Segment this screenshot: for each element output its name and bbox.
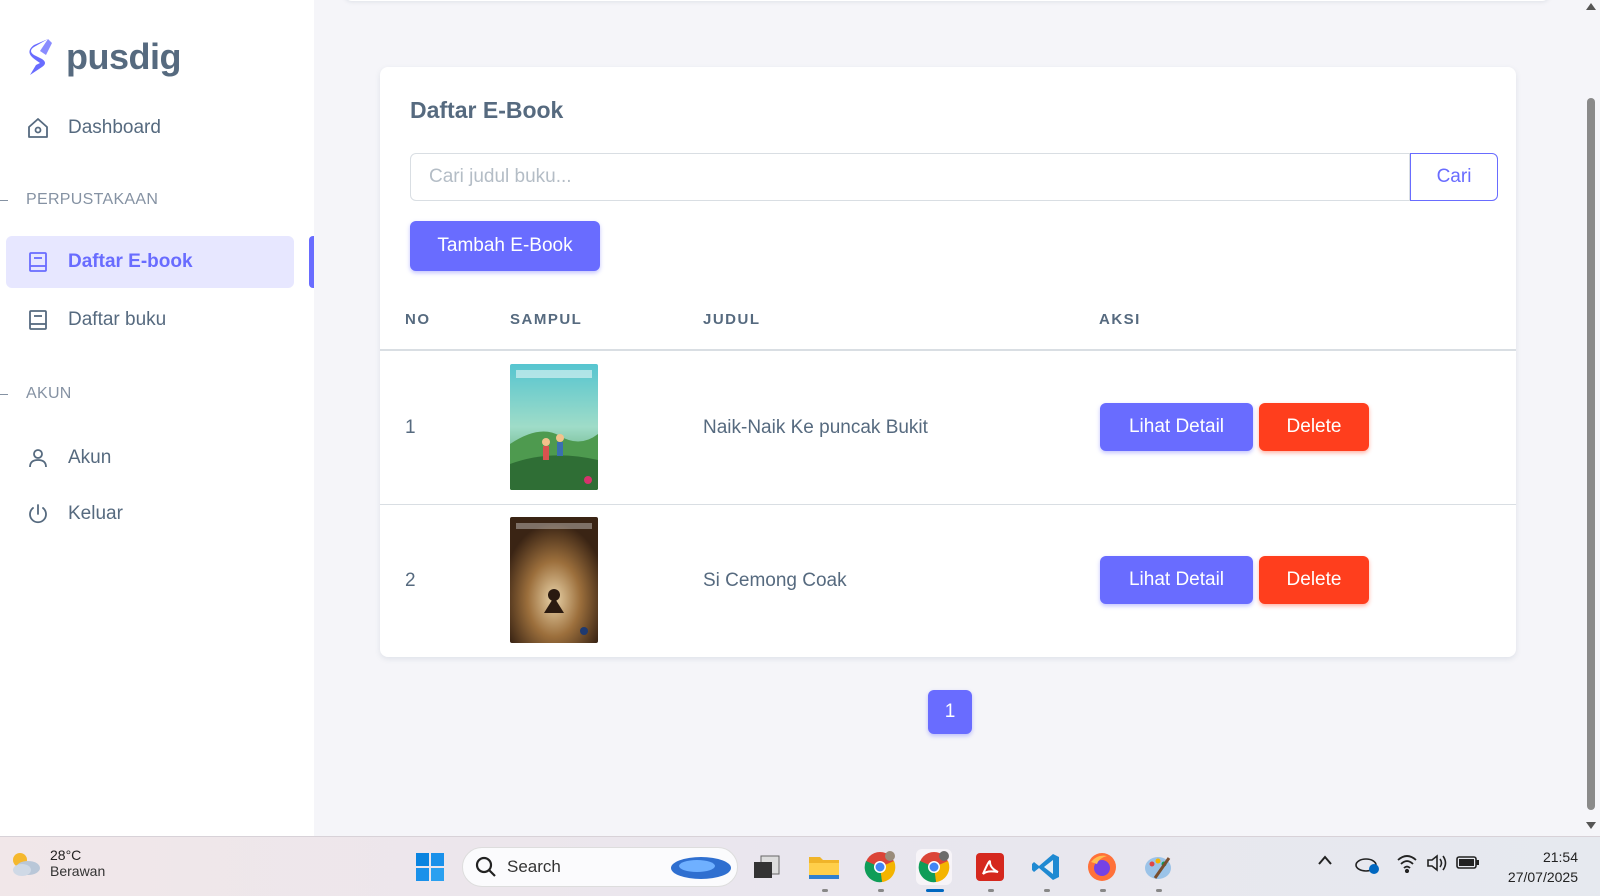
- cover-art: [510, 517, 598, 643]
- running-indicator: [1156, 889, 1162, 892]
- book-title: Si Cemong Coak: [703, 570, 847, 591]
- search-highlight-icon: [671, 857, 731, 879]
- running-indicator: [1044, 889, 1050, 892]
- chrome-icon: [918, 851, 950, 883]
- sidebar-item-label: Daftar buku: [68, 309, 167, 330]
- logo-icon: [29, 39, 52, 75]
- task-view-icon: [754, 855, 780, 878]
- chrome-profile-2-button[interactable]: [916, 849, 952, 885]
- running-indicator: [822, 889, 828, 892]
- pagination-page-button[interactable]: 1: [928, 690, 972, 734]
- wifi-icon[interactable]: [1396, 853, 1418, 877]
- sidebar-item-logout[interactable]: Keluar: [6, 488, 294, 540]
- search-button[interactable]: Cari: [1410, 153, 1498, 201]
- ebook-list-card: Daftar E-Book Cari Tambah E-Book NO SAMP…: [380, 67, 1516, 657]
- scroll-thumb[interactable]: [1587, 98, 1595, 810]
- power-icon: [29, 504, 47, 524]
- running-indicator: [878, 889, 884, 892]
- search-icon: [475, 856, 496, 877]
- user-icon: [29, 449, 47, 468]
- onedrive-icon[interactable]: [1354, 853, 1380, 879]
- sidebar-item-label: Akun: [68, 447, 112, 468]
- section-divider: [0, 394, 8, 395]
- clock-time: 21:54: [1542, 849, 1578, 865]
- firefox-icon: [1088, 853, 1116, 881]
- row-number: 1: [405, 417, 416, 438]
- home-icon: [28, 118, 48, 138]
- book-icon: [29, 252, 47, 272]
- column-header-title: JUDUL: [703, 311, 761, 328]
- card-title: Daftar E-Book: [410, 97, 564, 123]
- clock-date: 27/07/2025: [1507, 869, 1578, 885]
- vscode-button[interactable]: [1028, 849, 1064, 885]
- book-title: Naik-Naik Ke puncak Bukit: [703, 417, 928, 438]
- search-input[interactable]: [410, 153, 1410, 201]
- book-cover-image: [510, 517, 598, 643]
- battery-icon[interactable]: [1456, 853, 1480, 875]
- start-button[interactable]: [412, 849, 448, 885]
- chrome-profile-1-button[interactable]: [862, 849, 898, 885]
- sidebar-item-label: Dashboard: [68, 117, 161, 138]
- volume-icon[interactable]: [1426, 853, 1450, 877]
- scroll-down-arrow-icon[interactable]: [1586, 822, 1596, 829]
- cloudy-weather-icon: [13, 853, 40, 876]
- delete-button[interactable]: Delete: [1259, 403, 1369, 451]
- weather-description: Berawan: [50, 863, 106, 879]
- section-header-library: PERPUSTAKAAN: [26, 191, 159, 208]
- system-clock[interactable]: 21:54 27/07/2025: [1494, 847, 1578, 887]
- cover-art: [510, 364, 598, 490]
- weather-temperature: 28°C: [50, 847, 82, 863]
- paint-palette-icon: [1145, 857, 1171, 879]
- sidebar: pusdig Dashboard PERPUSTAKAAN Daftar E-b…: [0, 0, 314, 836]
- book-icon: [29, 310, 47, 330]
- windows-logo-icon: [416, 853, 444, 881]
- active-indicator: [309, 236, 314, 288]
- scroll-up-arrow-icon[interactable]: [1586, 3, 1596, 10]
- brand-name: pusdig: [66, 36, 181, 77]
- pdf-reader-icon: [976, 853, 1004, 881]
- active-indicator: [926, 889, 944, 892]
- top-navbar: [344, 0, 1550, 1]
- taskbar-search-label: Search: [507, 857, 561, 876]
- paint-button[interactable]: [1140, 849, 1176, 885]
- firefox-button[interactable]: [1084, 849, 1120, 885]
- chrome-icon: [864, 851, 896, 883]
- sidebar-item-label: Keluar: [68, 503, 123, 524]
- sidebar-item-dashboard[interactable]: Dashboard: [6, 102, 294, 154]
- running-indicator: [1100, 889, 1106, 892]
- view-detail-button[interactable]: Lihat Detail: [1100, 556, 1253, 604]
- column-header-action: AKSI: [1099, 311, 1141, 328]
- column-header-no: NO: [405, 311, 431, 328]
- tray-chevron-up-icon[interactable]: [1316, 853, 1334, 871]
- sidebar-item-ebook-list[interactable]: Daftar E-book: [6, 236, 294, 288]
- scrollbar[interactable]: [1582, 0, 1600, 836]
- weather-widget[interactable]: 28°C Berawan: [8, 847, 105, 879]
- folder-icon: [809, 857, 839, 879]
- section-divider: [0, 200, 8, 201]
- book-cover-image: [510, 364, 598, 490]
- table-header-divider: [380, 349, 1516, 351]
- row-number: 2: [405, 570, 416, 591]
- task-view-button[interactable]: [748, 849, 784, 885]
- delete-button[interactable]: Delete: [1259, 556, 1369, 604]
- sidebar-item-label: Daftar E-book: [68, 251, 193, 272]
- running-indicator: [988, 889, 994, 892]
- add-ebook-button[interactable]: Tambah E-Book: [410, 221, 600, 271]
- sidebar-item-book-list[interactable]: Daftar buku: [6, 294, 294, 346]
- view-detail-button[interactable]: Lihat Detail: [1100, 403, 1253, 451]
- section-header-account: AKUN: [26, 385, 72, 402]
- vscode-icon: [1032, 854, 1059, 880]
- row-divider: [380, 504, 1516, 505]
- brand-logo[interactable]: pusdig: [26, 36, 181, 78]
- windows-taskbar: 28°C Berawan Search 21:54 27/07/2025: [0, 836, 1600, 896]
- file-explorer-button[interactable]: [806, 849, 842, 885]
- column-header-cover: SAMPUL: [510, 311, 583, 328]
- acrobat-button[interactable]: [972, 849, 1008, 885]
- taskbar-search[interactable]: Search: [462, 847, 738, 887]
- sidebar-item-account[interactable]: Akun: [6, 432, 294, 484]
